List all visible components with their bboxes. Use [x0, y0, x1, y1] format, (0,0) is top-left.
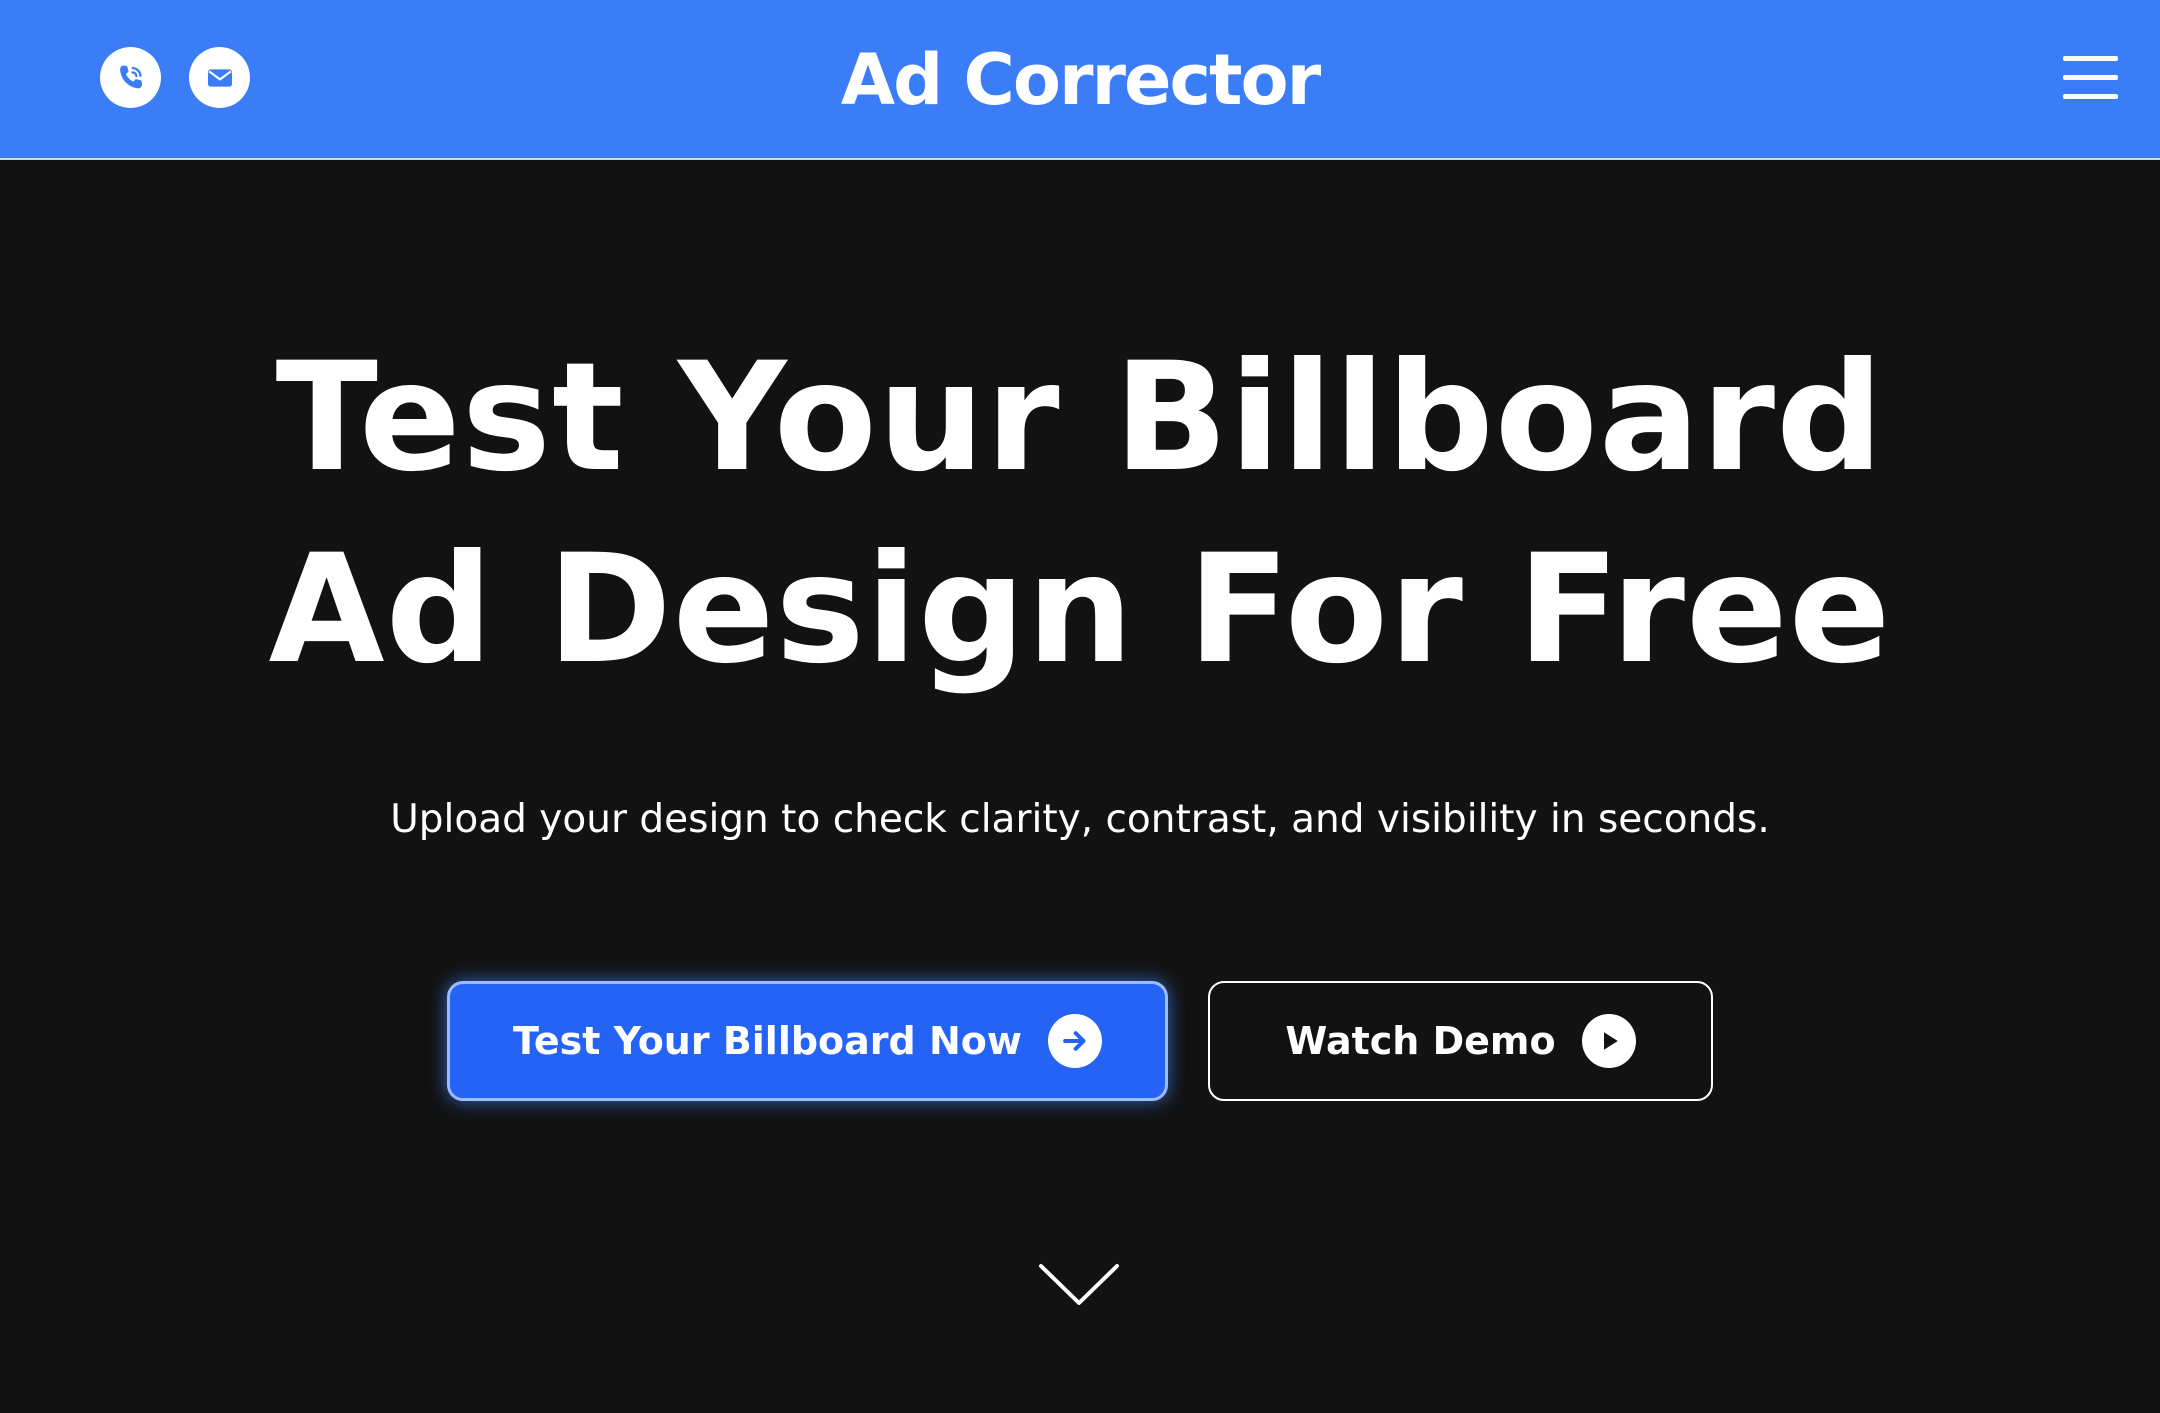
- hero-subtitle: Upload your design to check clarity, con…: [390, 797, 1770, 842]
- play-icon: [1581, 1014, 1636, 1068]
- hamburger-menu-icon[interactable]: [2060, 56, 2120, 100]
- hero-section: Test Your Billboard Ad Design For Free U…: [0, 162, 2160, 1413]
- test-billboard-button[interactable]: Test Your Billboard Now: [447, 981, 1168, 1101]
- headline-line-1: Test Your Billboard: [275, 331, 1885, 505]
- site-header: Ad Corrector: [0, 0, 2160, 160]
- brand-logo[interactable]: Ad Corrector: [0, 36, 2160, 124]
- chevron-down-icon[interactable]: [1038, 1262, 1120, 1308]
- hero-headline: Test Your Billboard Ad Design For Free: [0, 322, 2160, 706]
- watch-demo-button-label: Watch Demo: [1285, 1019, 1556, 1063]
- arrow-right-icon: [1048, 1014, 1102, 1068]
- headline-line-2: Ad Design For Free: [268, 523, 1892, 697]
- watch-demo-button[interactable]: Watch Demo: [1208, 981, 1713, 1101]
- test-billboard-button-label: Test Your Billboard Now: [513, 1019, 1022, 1063]
